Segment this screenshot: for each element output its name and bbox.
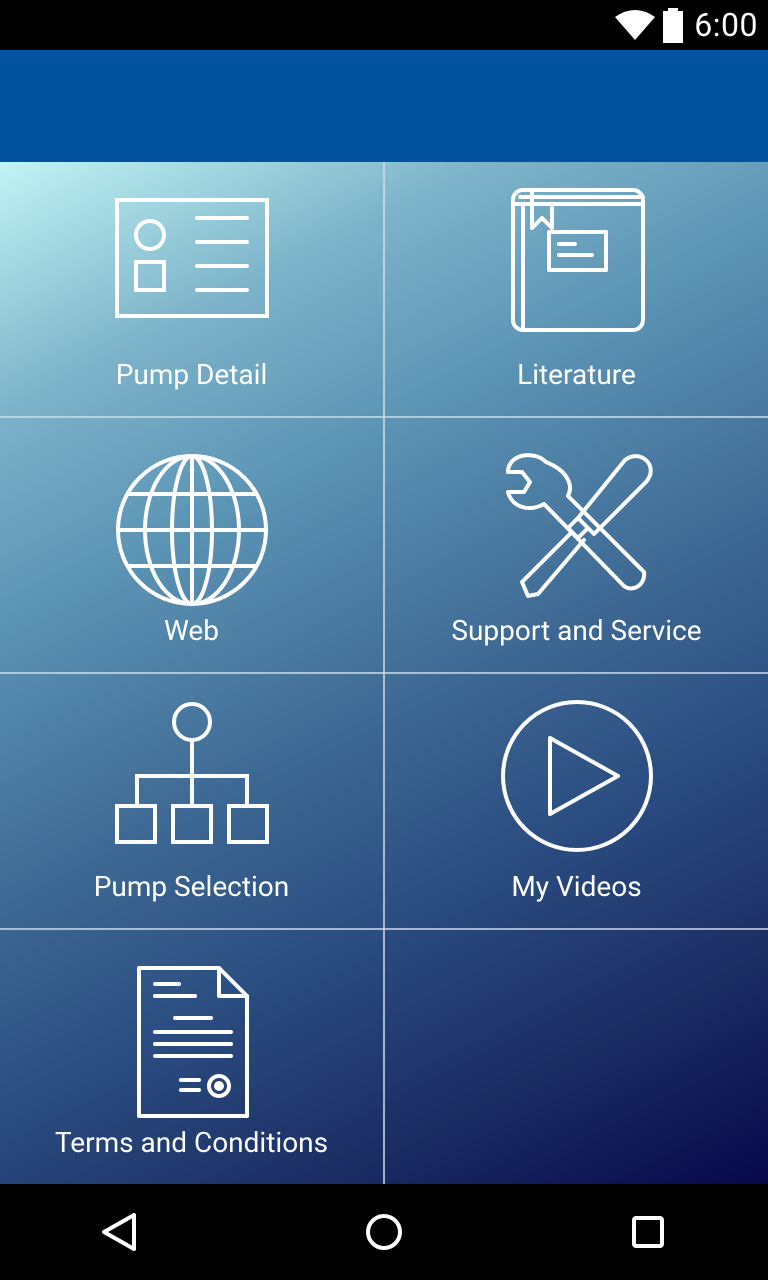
id-card-icon	[107, 180, 277, 350]
tile-support-and-service[interactable]: Support and Service	[385, 418, 768, 673]
tile-literature[interactable]: Literature	[385, 162, 768, 417]
navigation-bar	[0, 1184, 768, 1280]
clock: 6:00	[694, 6, 758, 44]
tile-label: My Videos	[511, 870, 642, 903]
recents-icon	[632, 1216, 664, 1248]
book-icon	[492, 180, 662, 350]
tile-pump-selection[interactable]: Pump Selection	[0, 674, 383, 929]
back-button[interactable]	[90, 1202, 150, 1262]
globe-icon	[107, 436, 277, 606]
tile-label: Literature	[517, 358, 636, 391]
tile-label: Web	[164, 614, 219, 647]
play-icon	[492, 692, 662, 862]
hierarchy-icon	[107, 692, 277, 862]
wrench-screwdriver-icon	[492, 436, 662, 606]
tile-web[interactable]: Web	[0, 418, 383, 673]
home-button[interactable]	[354, 1202, 414, 1262]
back-icon	[102, 1213, 136, 1251]
recents-button[interactable]	[618, 1202, 678, 1262]
home-icon	[366, 1214, 402, 1250]
tile-label: Pump Selection	[93, 870, 290, 903]
app-bar	[0, 50, 768, 162]
status-bar: 6:00	[0, 0, 768, 50]
document-icon	[107, 948, 277, 1118]
tile-pump-detail[interactable]: Pump Detail	[0, 162, 383, 417]
battery-icon	[661, 8, 685, 48]
menu-grid: Pump Detail Literature Web Support and S…	[0, 162, 768, 1184]
wifi-icon	[614, 9, 656, 45]
tile-my-videos[interactable]: My Videos	[385, 674, 768, 929]
tile-label: Pump Detail	[115, 358, 268, 391]
tile-label: Terms and Conditions	[54, 1126, 329, 1159]
tile-label: Support and Service	[451, 614, 702, 647]
tile-terms-and-conditions[interactable]: Terms and Conditions	[0, 930, 383, 1185]
